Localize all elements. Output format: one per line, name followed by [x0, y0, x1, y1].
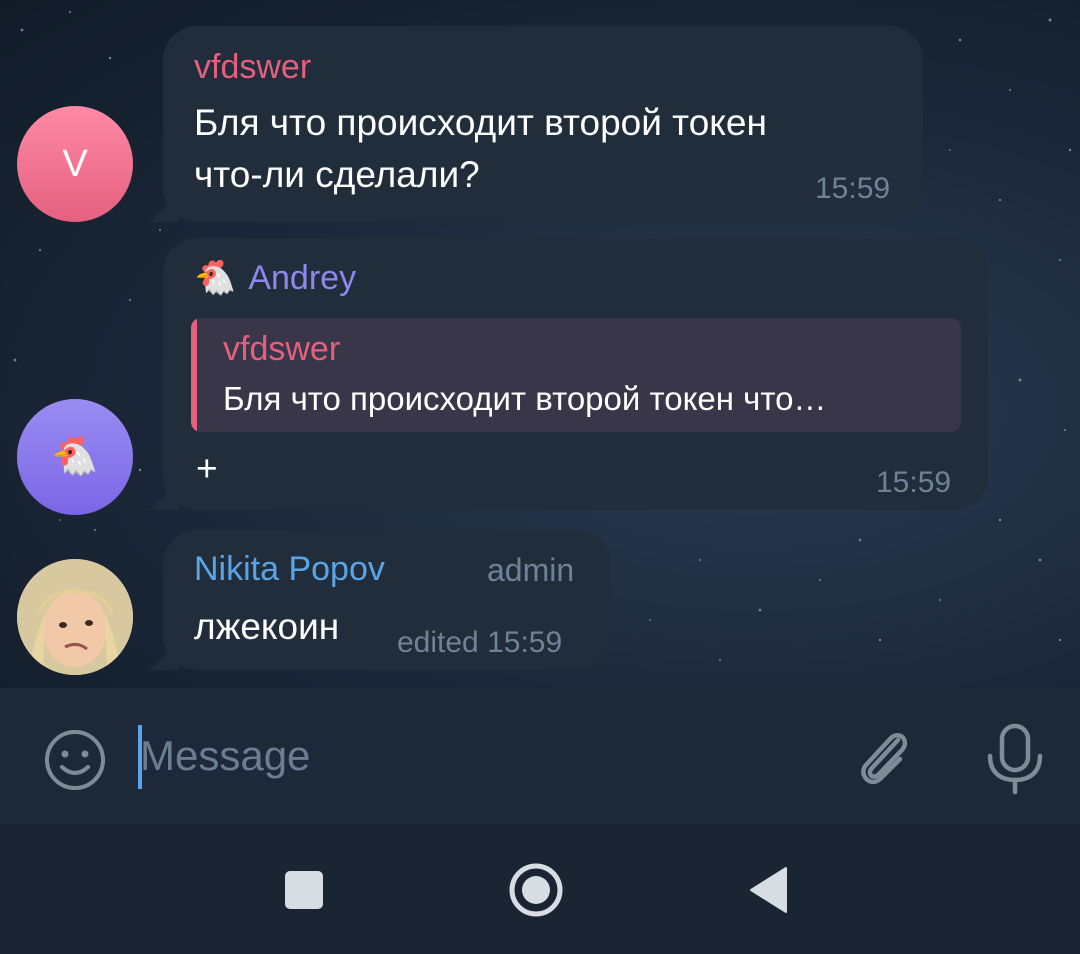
- message-bubble[interactable]: 🐔 Andrey vfdswer Бля что происходит втор…: [149, 238, 988, 510]
- message-composer: [0, 688, 1080, 824]
- sender-name-row[interactable]: 🐔 Andrey: [194, 258, 356, 298]
- chicken-icon: 🐔: [194, 259, 237, 297]
- message-text: +: [196, 448, 218, 489]
- microphone-icon[interactable]: [980, 722, 1050, 798]
- paperclip-icon[interactable]: [848, 722, 920, 794]
- back-icon[interactable]: [748, 866, 790, 914]
- message-bubble[interactable]: Nikita Popov admin лжекоин edited 15:59: [149, 530, 611, 670]
- chat-area[interactable]: V vfdswer Бля что происходит второй токе…: [0, 0, 1080, 688]
- reply-quote[interactable]: vfdswer Бля что происходит второй токен …: [191, 318, 961, 432]
- system-navigation-bar: [0, 824, 1080, 954]
- message-input[interactable]: [140, 718, 820, 794]
- message-bubble[interactable]: vfdswer Бля что происходит второй токен …: [149, 26, 923, 222]
- message-time: 15:59: [876, 466, 952, 499]
- sender-name[interactable]: Nikita Popov: [194, 550, 385, 589]
- message-text-line: Бля что происходит второй токен: [194, 102, 767, 143]
- sender-name[interactable]: vfdswer: [194, 48, 311, 87]
- message-text-line: что-ли сделали?: [194, 154, 480, 195]
- avatar-vfdswer[interactable]: V: [17, 106, 133, 222]
- reply-bar: [191, 318, 197, 432]
- recent-apps-icon[interactable]: [284, 870, 324, 910]
- chicken-icon: 🐔: [51, 436, 99, 478]
- reply-sender: vfdswer: [223, 330, 341, 368]
- message-time: edited 15:59: [397, 626, 563, 659]
- avatar-nikita[interactable]: [17, 559, 133, 675]
- avatar-letter: V: [62, 142, 88, 185]
- admin-badge: admin: [487, 552, 575, 588]
- message-text: лжекоин: [194, 606, 340, 647]
- sender-name: Andrey: [248, 258, 357, 297]
- avatar-photo: [17, 559, 133, 675]
- avatar-andrey[interactable]: 🐔: [17, 399, 133, 515]
- home-icon[interactable]: [508, 862, 564, 918]
- message-time: 15:59: [815, 172, 891, 205]
- smile-icon[interactable]: [40, 725, 110, 795]
- reply-text: Бля что происходит второй токен что…: [223, 380, 827, 417]
